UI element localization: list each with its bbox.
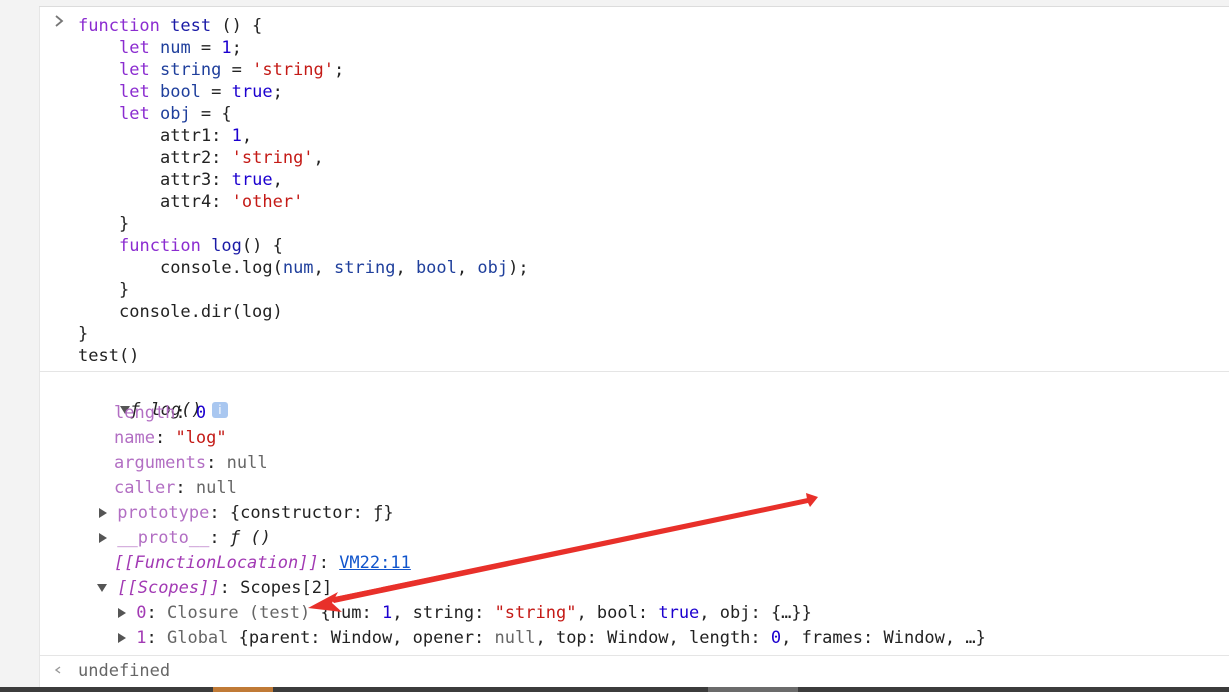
taskbar-segment [213, 687, 273, 692]
taskbar-segment [708, 687, 798, 692]
taskbar-strip [0, 687, 1229, 692]
red-annotation-arrow [308, 493, 818, 612]
